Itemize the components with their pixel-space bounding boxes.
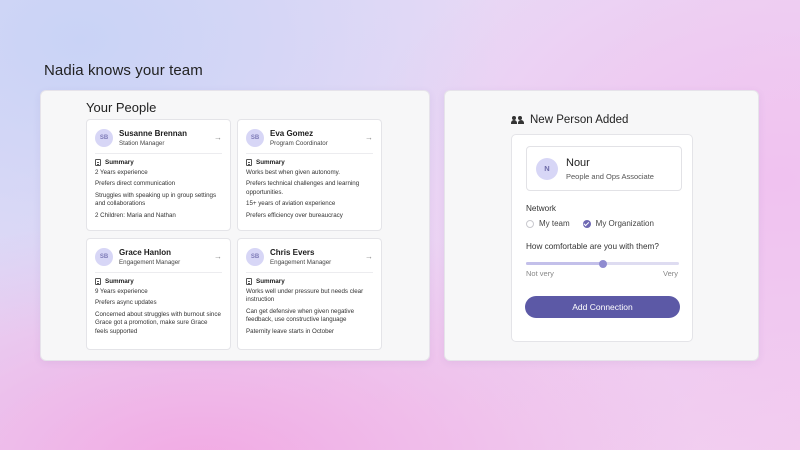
summary-item: Paternity leave starts in October xyxy=(246,327,335,335)
network-label: Network xyxy=(526,204,557,213)
comfort-question: How comfortable are you with them? xyxy=(526,242,659,251)
radio-my-team[interactable]: My team xyxy=(526,219,570,228)
person-role: Engagement Manager xyxy=(119,258,181,266)
comfort-min-label: Not very xyxy=(526,269,554,278)
radio-unchecked-icon[interactable] xyxy=(526,219,534,228)
document-icon xyxy=(95,159,101,166)
your-people-title: Your People xyxy=(86,100,157,115)
person-card-eva-gomez[interactable]: SB Eva Gomez Program Coordinator → Summa… xyxy=(237,119,382,231)
radio-my-organization[interactable]: My Organization xyxy=(582,219,654,228)
person-card-chris-evers[interactable]: SB Chris Evers Engagement Manager → Summ… xyxy=(237,238,382,350)
document-icon xyxy=(246,159,252,166)
radio-label: My Organization xyxy=(595,219,654,228)
avatar: SB xyxy=(95,128,113,147)
summary-item: 2 Years experience xyxy=(95,169,148,176)
people-icon xyxy=(511,115,524,125)
your-people-panel: Your People SB Susanne Brennan Station M… xyxy=(40,90,430,361)
comfort-slider[interactable] xyxy=(526,259,679,268)
document-icon xyxy=(95,278,101,285)
headline: Nadia knows your team xyxy=(44,62,203,79)
person-name: Chris Evers xyxy=(270,247,315,257)
new-person-title-text: New Person Added xyxy=(530,114,629,126)
summary-item: Struggles with speaking up in group sett… xyxy=(95,191,217,208)
summary-list: Works best when given autonomy. Prefers … xyxy=(246,169,373,220)
avatar: SB xyxy=(95,247,113,266)
arrow-right-icon[interactable]: → xyxy=(365,252,373,261)
summary-item: 9 Years experience xyxy=(95,288,148,295)
avatar: N xyxy=(536,157,558,180)
summary-item: Prefers efficiency over bureaucracy xyxy=(246,211,343,219)
person-card-susanne-brennan[interactable]: SB Susanne Brennan Station Manager → Sum… xyxy=(86,119,231,231)
new-person-role: People and Ops Associate xyxy=(566,171,654,181)
summary-item: 15+ years of aviation experience xyxy=(246,200,336,208)
summary-item: Works well under pressure but needs clea… xyxy=(246,288,364,304)
summary-item: Prefers async updates xyxy=(95,299,157,307)
radio-label: My team xyxy=(539,219,570,228)
arrow-right-icon[interactable]: → xyxy=(214,252,222,261)
person-name: Grace Hanlon xyxy=(119,247,172,257)
summary-item: Concerned about struggles with burnout s… xyxy=(95,310,221,335)
person-role: Engagement Manager xyxy=(270,258,332,266)
new-person-title: New Person Added xyxy=(511,114,628,126)
add-connection-button[interactable]: Add Connection xyxy=(525,296,680,318)
summary-item: 2 Children: Maria and Nathan xyxy=(95,211,176,219)
summary-label: Summary xyxy=(105,159,134,166)
add-connection-form: N Nour People and Ops Associate Network … xyxy=(511,134,693,342)
summary-list: 9 Years experience Prefers async updates… xyxy=(95,288,222,336)
new-person-name: Nour xyxy=(566,156,590,169)
person-card-grace-hanlon[interactable]: SB Grace Hanlon Engagement Manager → Sum… xyxy=(86,238,231,350)
summary-item: Can get defensive when given negative fe… xyxy=(246,307,355,324)
arrow-right-icon[interactable]: → xyxy=(365,133,373,142)
summary-label: Summary xyxy=(256,278,285,285)
network-radio-group: My team My Organization xyxy=(526,219,667,228)
avatar: SB xyxy=(246,128,264,147)
person-role: Program Coordinator xyxy=(270,139,328,147)
summary-list: 2 Years experience Prefers direct commun… xyxy=(95,169,222,220)
avatar: SB xyxy=(246,247,264,266)
arrow-right-icon[interactable]: → xyxy=(214,133,222,142)
summary-item: Works best when given autonomy. xyxy=(246,169,341,176)
summary-label: Summary xyxy=(105,278,134,285)
comfort-slider-thumb[interactable] xyxy=(598,259,607,268)
document-icon xyxy=(246,278,252,285)
new-person-panel: New Person Added N Nour People and Ops A… xyxy=(444,90,759,361)
summary-item: Prefers direct communication xyxy=(95,180,176,188)
summary-item: Prefers technical challenges and learnin… xyxy=(246,180,360,196)
new-person-card: N Nour People and Ops Associate xyxy=(526,146,682,191)
summary-label: Summary xyxy=(256,159,285,166)
comfort-max-label: Very xyxy=(662,269,678,278)
person-name: Eva Gomez xyxy=(270,128,314,138)
person-role: Station Manager xyxy=(119,139,165,147)
person-name: Susanne Brennan xyxy=(119,128,188,138)
radio-checked-icon[interactable] xyxy=(582,219,591,228)
comfort-slider-fill xyxy=(526,262,603,265)
summary-list: Works well under pressure but needs clea… xyxy=(246,288,373,336)
